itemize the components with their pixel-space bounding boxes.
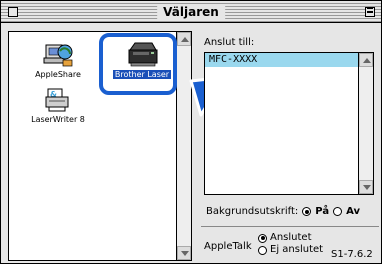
laserwriter-label: LaserWriter 8 — [31, 115, 85, 124]
background-printing-on-radio[interactable] — [302, 207, 312, 216]
left-scrollbar[interactable] — [176, 32, 191, 260]
appletalk-disconnected-option[interactable]: Ej anslutet — [258, 244, 323, 256]
appletalk-connected-radio[interactable] — [258, 233, 267, 243]
printer-list-item-selected[interactable]: MFC-XXXX — [205, 53, 359, 67]
appletalk-label: AppleTalk — [204, 241, 252, 252]
laserwriter-icon: & — [45, 88, 69, 112]
background-printing-label: Bakgrundsutskrift: — [206, 206, 299, 217]
appletalk-options: Anslutet Ej anslutet — [258, 232, 323, 256]
appleshare-label: AppleShare — [35, 70, 81, 79]
connect-to-label: Anslut till: — [204, 37, 255, 48]
scroll-up-arrow[interactable] — [177, 32, 191, 46]
appleshare-item[interactable]: AppleShare — [23, 42, 93, 79]
divider — [201, 226, 379, 227]
laserwriter-item[interactable]: & LaserWriter 8 — [23, 87, 93, 124]
background-printing-on-label[interactable]: På — [315, 206, 329, 217]
appletalk-disconnected-radio[interactable] — [258, 245, 267, 255]
window-title: Väljaren — [157, 4, 225, 20]
brother-laser-highlight — [99, 33, 177, 95]
appletalk-connected-label[interactable]: Anslutet — [270, 232, 312, 244]
chooser-window: Väljaren AppleShare & LaserWriter 8 Brot… — [0, 0, 382, 264]
background-printing-row: Bakgrundsutskrift: På Av — [206, 206, 360, 217]
close-box[interactable] — [8, 7, 18, 17]
scroll-down-arrow[interactable] — [177, 246, 191, 260]
background-printing-off-label[interactable]: Av — [346, 206, 360, 217]
title-bar[interactable]: Väljaren — [1, 1, 381, 23]
appletalk-disconnected-label[interactable]: Ej anslutet — [270, 244, 323, 256]
connect-to-list[interactable]: MFC-XXXX — [204, 52, 374, 195]
collapse-box[interactable] — [365, 7, 375, 17]
version-label: S1-7.6.2 — [331, 249, 373, 260]
background-printing-off-radio[interactable] — [333, 207, 343, 216]
scroll-down-arrow[interactable] — [359, 180, 373, 194]
right-scrollbar[interactable] — [358, 53, 373, 194]
appleshare-icon — [43, 44, 73, 67]
scroll-up-arrow[interactable] — [359, 53, 373, 67]
appletalk-connected-option[interactable]: Anslutet — [258, 232, 323, 244]
